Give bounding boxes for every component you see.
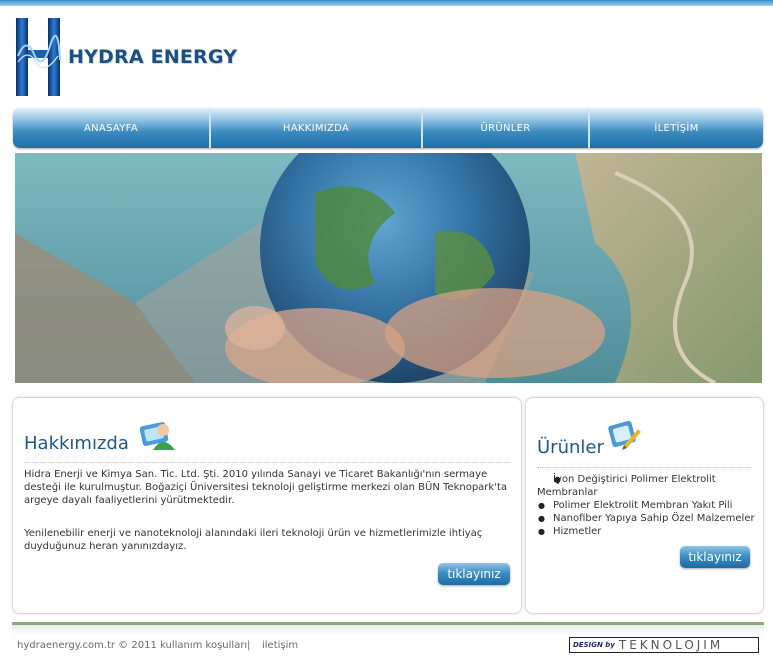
products-more-button[interactable]: tıklayınız [680,546,750,568]
about-divider [24,462,511,463]
nav-item-iletisim[interactable]: İLETİŞİM [590,108,763,148]
products-list: İyon Değiştirici Polimer Elektrolit Memb… [537,473,757,538]
about-panel: Hakkımızda Hidra Enerji ve Kimya San. Ti… [12,397,522,614]
nav-item-hakkimizda[interactable]: HAKKIMIZDA [211,108,423,148]
list-item[interactable]: Nanofiber Yapıya Sahip Özel Malzemeler [537,512,757,525]
main-nav: ANASAYFA HAKKIMIZDA ÜRÜNLER İLETİŞİM [13,108,763,148]
footer-separator: | [247,640,251,651]
footer-copyright[interactable]: hydraenergy.com.tr © 2011 kullanım koşul… [17,640,247,651]
about-paragraph-2: Yenilenebilir enerji ve nanoteknoloji al… [24,528,483,552]
designer-badge-small: DESIGN by [573,641,615,649]
hydra-logo-icon[interactable] [14,16,64,98]
footer-shade [12,625,764,635]
footer-contact-link[interactable]: iletişim [262,640,298,651]
about-paragraph-1: Hidra Enerji ve Kimya San. Tic. Ltd. Şti… [24,469,507,506]
designer-badge-name: TEKNOLOJIM [618,638,724,652]
products-title: Ürünler [537,437,604,458]
designer-badge[interactable]: DESIGN by TEKNOLOJIM [569,637,759,653]
nav-item-urunler[interactable]: ÜRÜNLER [423,108,590,148]
hero-banner-image [15,153,762,383]
top-accent-bar [0,0,773,6]
list-item[interactable]: Hizmetler [537,525,757,538]
nav-item-anasayfa[interactable]: ANASAYFA [13,108,211,148]
products-panel: Ürünler İyon Değiştirici Polimer Elektro… [525,397,764,614]
brand-name: HYDRA ENERGY [68,46,238,68]
about-title: Hakkımızda [24,433,129,454]
about-more-button[interactable]: tıklayınız [438,563,510,585]
list-item[interactable]: İyon Değiştirici Polimer Elektrolit Memb… [537,473,757,499]
person-card-icon [137,414,177,456]
notebook-pen-icon [604,415,644,457]
list-item[interactable]: Polimer Elektrolit Membran Yakıt Pili [537,499,757,512]
products-divider [537,467,751,468]
